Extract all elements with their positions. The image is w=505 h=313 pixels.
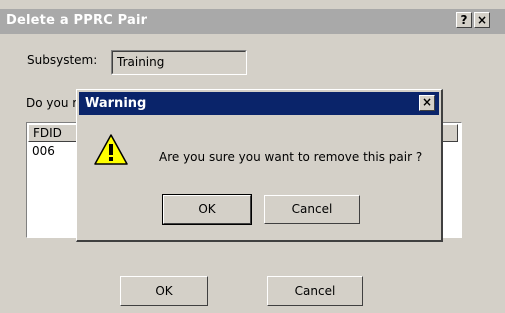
list-item[interactable]: 006 [32, 144, 55, 158]
warning-title: Warning [85, 96, 147, 111]
close-button[interactable]: × [474, 12, 490, 28]
ok-button[interactable]: OK [120, 276, 208, 306]
delete-pprc-pair-dialog: Delete a PPRC Pair ? × Subsystem: Traini… [0, 0, 505, 313]
subsystem-field: Training [111, 50, 247, 75]
column-header-fdid[interactable]: FDID [28, 124, 78, 142]
warning-message: Are you sure you want to remove this pai… [159, 150, 423, 164]
warning-ok-button[interactable]: OK [162, 194, 252, 225]
subsystem-label: Subsystem: [27, 53, 98, 67]
subsystem-value: Training [112, 51, 246, 74]
help-button[interactable]: ? [456, 12, 472, 28]
warning-close-button[interactable]: × [419, 95, 435, 111]
warning-title-bar[interactable]: Warning × [79, 92, 439, 115]
prompt-text: Do you r [26, 96, 78, 110]
warning-cancel-button[interactable]: Cancel [264, 195, 360, 224]
dialog-title-bar[interactable]: Delete a PPRC Pair ? × [0, 9, 505, 34]
cancel-button[interactable]: Cancel [267, 276, 363, 306]
dialog-title: Delete a PPRC Pair [6, 13, 148, 28]
warning-dialog: Warning × Are you sure you want to remov… [76, 89, 443, 242]
exclamation-icon [94, 134, 128, 165]
